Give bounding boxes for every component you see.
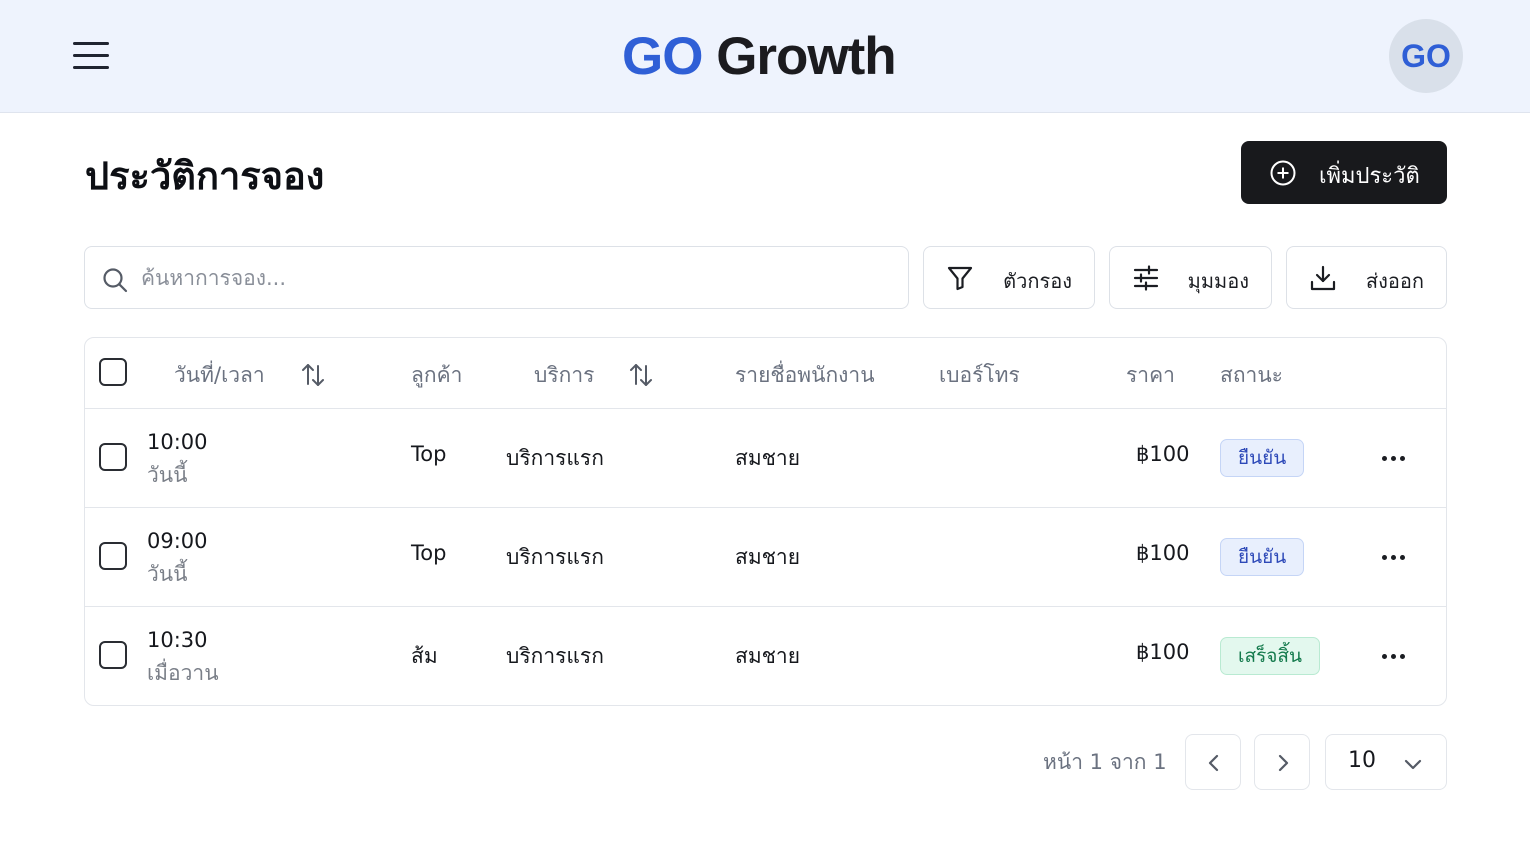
- view-options-label: มุมมอง: [1187, 269, 1249, 293]
- chevron-right-icon: [1278, 754, 1289, 772]
- staff-cell: สมชาย: [735, 446, 801, 470]
- more-actions-icon[interactable]: [1369, 546, 1421, 570]
- chevron-down-icon: [1404, 759, 1422, 770]
- price-cell: ฿100: [1136, 541, 1190, 565]
- logo-growth-text: Growth: [716, 27, 896, 86]
- column-header-staff[interactable]: รายชื่อพนักงาน: [735, 359, 875, 392]
- filter-button[interactable]: ตัวกรอง: [923, 246, 1095, 309]
- status-badge: ยืนยัน: [1220, 538, 1305, 576]
- previous-page-button[interactable]: [1185, 734, 1241, 790]
- price-cell: ฿100: [1136, 442, 1190, 466]
- next-page-button[interactable]: [1254, 734, 1310, 790]
- logo-go-text: GO: [622, 27, 703, 86]
- sort-service-icon[interactable]: [628, 362, 654, 388]
- top-bar: GO Growth GO: [0, 0, 1530, 113]
- page-title: ประวัติการจอง: [85, 154, 325, 198]
- view-options-button[interactable]: มุมมอง: [1109, 246, 1272, 309]
- booking-time: 09:00: [147, 529, 208, 553]
- customer-cell: ส้ม: [411, 644, 438, 668]
- select-all-checkbox[interactable]: [99, 358, 127, 386]
- datetime-cell: 09:00 วันนี้: [147, 525, 208, 591]
- staff-cell: สมชาย: [735, 545, 801, 569]
- status-badge: เสร็จสิ้น: [1220, 637, 1321, 675]
- search-input[interactable]: [141, 259, 881, 297]
- add-history-button[interactable]: เพิ่มประวัติ: [1241, 141, 1447, 204]
- table-header: วันที่/เวลา ลูกค้า บริการ รายชื่อพนักงาน…: [85, 338, 1446, 409]
- table-row[interactable]: 10:00 วันนี้ Top บริการแรก สมชาย ฿100 ยื…: [85, 409, 1446, 508]
- add-history-label: เพิ่มประวัติ: [1319, 164, 1420, 189]
- sort-datetime-icon[interactable]: [300, 362, 326, 388]
- search-icon: [103, 268, 128, 293]
- booking-day: เมื่อวาน: [147, 661, 219, 685]
- datetime-cell: 10:30 เมื่อวาน: [147, 624, 219, 690]
- column-header-price[interactable]: ราคา: [1126, 359, 1175, 392]
- more-actions-icon[interactable]: [1369, 645, 1421, 669]
- row-checkbox[interactable]: [99, 641, 127, 669]
- export-button[interactable]: ส่งออก: [1286, 246, 1447, 309]
- column-header-datetime[interactable]: วันที่/เวลา: [174, 359, 265, 392]
- staff-cell: สมชาย: [735, 644, 801, 668]
- booking-day: วันนี้: [147, 562, 188, 586]
- table-row[interactable]: 10:30 เมื่อวาน ส้ม บริการแรก สมชาย ฿100 …: [85, 607, 1446, 706]
- plus-circle-icon: [1270, 160, 1296, 186]
- column-header-customer[interactable]: ลูกค้า: [411, 359, 462, 392]
- row-checkbox[interactable]: [99, 443, 127, 471]
- more-actions-icon[interactable]: [1369, 447, 1421, 471]
- page-size-value: 10: [1348, 748, 1376, 773]
- download-icon: [1310, 265, 1336, 291]
- column-header-service[interactable]: บริการ: [534, 359, 594, 392]
- export-label: ส่งออก: [1365, 269, 1424, 293]
- row-checkbox[interactable]: [99, 542, 127, 570]
- column-header-phone[interactable]: เบอร์โทร: [939, 359, 1020, 392]
- chevron-left-icon: [1208, 754, 1219, 772]
- price-cell: ฿100: [1136, 640, 1190, 664]
- filter-icon: [947, 266, 973, 291]
- pagination-info: หน้า 1 จาก 1: [1043, 750, 1167, 774]
- search-box: [84, 246, 909, 309]
- customer-cell: Top: [411, 442, 447, 466]
- sliders-icon: [1133, 265, 1159, 291]
- bookings-table: วันที่/เวลา ลูกค้า บริการ รายชื่อพนักงาน…: [84, 337, 1447, 706]
- service-cell: บริการแรก: [506, 545, 604, 569]
- filter-label: ตัวกรอง: [1003, 269, 1072, 293]
- service-cell: บริการแรก: [506, 446, 604, 470]
- page-size-select[interactable]: 10: [1325, 734, 1447, 790]
- booking-time: 10:00: [147, 430, 208, 454]
- customer-cell: Top: [411, 541, 447, 565]
- booking-day: วันนี้: [147, 463, 188, 487]
- hamburger-menu-icon[interactable]: [70, 38, 112, 74]
- booking-time: 10:30: [147, 628, 208, 652]
- service-cell: บริการแรก: [506, 644, 604, 668]
- avatar[interactable]: GO: [1389, 19, 1463, 93]
- app-logo[interactable]: GO Growth: [622, 26, 897, 86]
- column-header-status[interactable]: สถานะ: [1220, 359, 1283, 392]
- datetime-cell: 10:00 วันนี้: [147, 426, 208, 492]
- table-row[interactable]: 09:00 วันนี้ Top บริการแรก สมชาย ฿100 ยื…: [85, 508, 1446, 607]
- status-badge: ยืนยัน: [1220, 439, 1305, 477]
